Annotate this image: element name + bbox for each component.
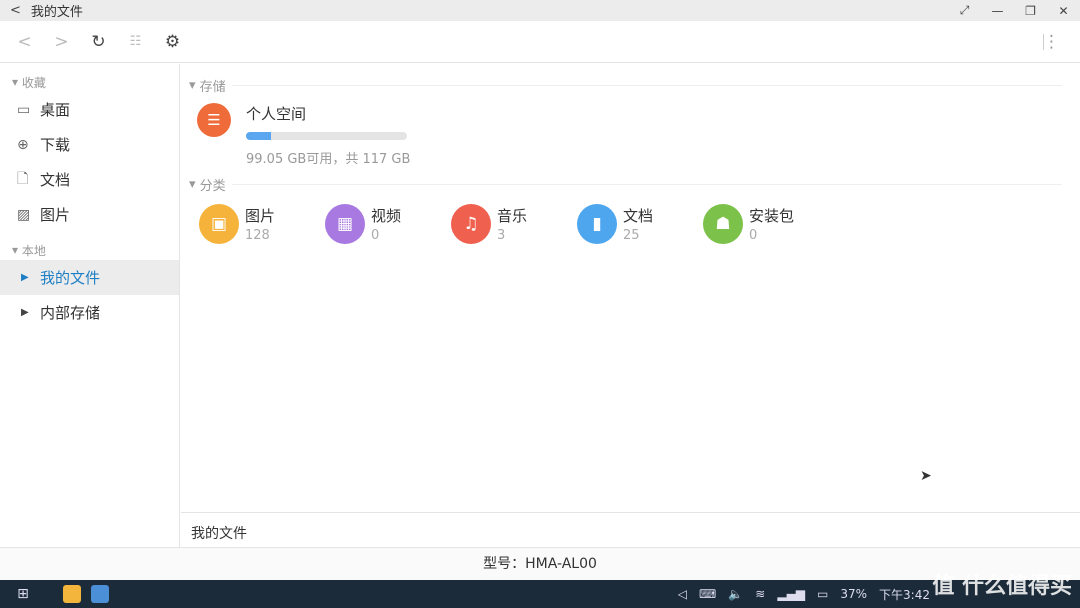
- category-list: ▣ 图片 128 ▦ 视频 0 ♫ 音乐 3 ▮ 文档 25 ☗ 安装包 0: [199, 204, 1080, 244]
- keyboard-icon[interactable]: ⌨: [699, 587, 716, 601]
- file-manager-app-icon[interactable]: [63, 585, 81, 603]
- notification-icon[interactable]: ◁: [678, 587, 687, 601]
- category-name: 安装包: [749, 207, 795, 225]
- model-label: 型号：HMA-AL00: [0, 547, 1080, 580]
- storage-usage-bar: [246, 132, 407, 140]
- restore-button[interactable]: ❐: [1014, 4, 1047, 18]
- category-count: 3: [497, 228, 506, 243]
- battery-percent: 37%: [840, 587, 868, 601]
- android-icon: ☗: [703, 204, 743, 244]
- clock[interactable]: 下午3:42: [879, 586, 930, 603]
- sidebar: ▾ 收藏 ▭ 桌面 ⊕ 下载 🗋 文档 ▨ 图片 ▾ 本地 ▶ 我的文件 ▶ 内部存储: [0, 64, 180, 547]
- back-icon[interactable]: <: [10, 3, 21, 18]
- refresh-icon[interactable]: ↻: [80, 32, 117, 52]
- minimize-button[interactable]: —: [981, 4, 1014, 18]
- fullscreen-button[interactable]: ⤢: [948, 3, 981, 18]
- storage-summary: 99.05 GB可用，共 117 GB: [246, 152, 411, 167]
- nav-back-icon[interactable]: <: [6, 32, 43, 52]
- main-content: ▾ 存储 ☰ 个人空间 99.05 GB可用，共 117 GB ▾ 分类 ▣ 图片…: [181, 64, 1080, 512]
- category-name: 文档: [623, 207, 654, 225]
- section-favorites[interactable]: ▾ 收藏: [0, 72, 179, 92]
- sidebar-item-downloads[interactable]: ⊕ 下载: [0, 127, 179, 162]
- sidebar-item-label: 内部存储: [40, 304, 101, 322]
- sidebar-item-desktop[interactable]: ▭ 桌面: [0, 92, 179, 127]
- mouse-cursor-icon: ➤: [920, 468, 932, 484]
- expand-arrow-icon[interactable]: ▶: [17, 272, 40, 283]
- category-count: 128: [245, 228, 270, 243]
- nav-forward-icon[interactable]: >: [43, 32, 80, 52]
- expand-arrow-icon[interactable]: ▶: [17, 307, 40, 318]
- document-icon: ▮: [577, 204, 617, 244]
- path-status: 我的文件: [181, 512, 1080, 547]
- document-icon: 🗋: [17, 170, 29, 187]
- section-label: 分类: [199, 179, 226, 194]
- category-name: 音乐: [497, 207, 528, 225]
- signal-icon[interactable]: ▂▄▆: [777, 587, 805, 601]
- gallery-app-icon[interactable]: [91, 585, 109, 603]
- sidebar-item-label: 文档: [40, 171, 71, 189]
- category-item[interactable]: ▦ 视频 0: [325, 204, 451, 244]
- film-icon: ▦: [325, 204, 365, 244]
- category-count: 25: [623, 228, 640, 243]
- start-icon[interactable]: ⊞: [0, 586, 46, 602]
- sidebar-item-internal-storage[interactable]: ▶ 内部存储: [0, 295, 179, 330]
- section-label: 收藏: [21, 75, 46, 90]
- sidebar-item-my-files[interactable]: ▶ 我的文件: [0, 260, 179, 295]
- sidebar-item-pictures[interactable]: ▨ 图片: [0, 197, 179, 232]
- more-icon[interactable]: ⋮: [1033, 32, 1070, 52]
- music-icon: ♫: [451, 204, 491, 244]
- sidebar-item-label: 我的文件: [40, 269, 101, 287]
- close-button[interactable]: ✕: [1047, 4, 1080, 18]
- view-list-icon[interactable]: ☷: [117, 34, 154, 49]
- title-bar: < 我的文件 ⤢ — ❐ ✕: [0, 0, 1080, 21]
- category-item[interactable]: ♫ 音乐 3: [451, 204, 577, 244]
- sidebar-item-label: 下载: [40, 136, 71, 154]
- window-title: 我的文件: [30, 5, 83, 20]
- section-label: 存储: [199, 80, 226, 95]
- storage-header: ▾ 存储: [189, 76, 1062, 95]
- storage-usage-fill: [246, 132, 271, 140]
- download-icon: ⊕: [17, 136, 29, 153]
- category-count: 0: [371, 228, 380, 243]
- sidebar-item-label: 桌面: [40, 101, 71, 119]
- category-name: 视频: [371, 207, 402, 225]
- wifi-icon[interactable]: ≋: [755, 587, 765, 601]
- sidebar-item-documents[interactable]: 🗋 文档: [0, 162, 179, 197]
- desktop-icon: ▭: [17, 101, 31, 118]
- storage-name: 个人空间: [246, 105, 307, 123]
- category-item[interactable]: ▣ 图片 128: [199, 204, 325, 244]
- watermark: 值 什么值得买: [932, 574, 1072, 599]
- battery-icon[interactable]: ▭: [817, 587, 828, 601]
- sidebar-item-label: 图片: [40, 206, 71, 224]
- category-header: ▾ 分类: [189, 175, 1062, 194]
- storage-icon: ☰: [197, 103, 231, 137]
- section-local[interactable]: ▾ 本地: [0, 240, 179, 260]
- category-item[interactable]: ☗ 安装包 0: [703, 204, 829, 244]
- category-item[interactable]: ▮ 文档 25: [577, 204, 703, 244]
- taskbar: ⊞ ◁ ⌨ 🔈 ≋ ▂▄▆ ▭ 37% 下午3:42: [0, 580, 1080, 608]
- image-icon: ▨: [17, 206, 31, 223]
- toolbar: < > ↻ ☷ ⚙ ⋮: [0, 21, 1080, 63]
- category-name: 图片: [245, 207, 276, 225]
- image-icon: ▣: [199, 204, 239, 244]
- storage-personal-space[interactable]: ☰ 个人空间 99.05 GB可用，共 117 GB: [197, 103, 1080, 167]
- category-count: 0: [749, 228, 758, 243]
- gear-icon[interactable]: ⚙: [154, 32, 191, 52]
- section-label: 本地: [21, 243, 46, 258]
- volume-icon[interactable]: 🔈: [728, 587, 743, 601]
